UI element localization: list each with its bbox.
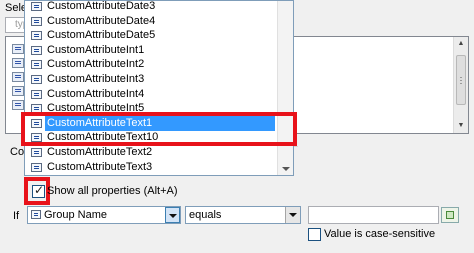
list-scrollbar[interactable]: ▲ ▼ [453, 37, 468, 133]
property-dropdown-button[interactable] [165, 207, 180, 223]
dropdown-item-label: CustomAttributeDate5 [47, 29, 156, 41]
operator-dropdown-button[interactable] [285, 207, 300, 223]
scroll-down-icon[interactable]: ▼ [454, 119, 468, 133]
scroll-down-icon[interactable] [282, 167, 290, 171]
dropdown-item[interactable]: CustomAttributeInt4 [25, 87, 278, 102]
property-icon [31, 2, 42, 11]
scroll-up-icon[interactable]: ▲ [454, 37, 468, 51]
property-icon [31, 31, 42, 40]
search-field[interactable]: typ [5, 17, 28, 33]
property-icon [31, 46, 42, 55]
dropdown-item[interactable]: CustomAttributeDate4 [25, 14, 278, 29]
row-icon [12, 58, 24, 68]
operator-combo[interactable]: equals [185, 206, 301, 224]
dropdown-item-label: CustomAttributeDate3 [47, 0, 156, 12]
dropdown-item[interactable]: CustomAttributeInt1 [25, 43, 278, 58]
dropdown-item-label: CustomAttributeInt2 [47, 58, 145, 70]
property-dropdown-list[interactable]: CustomAttributeDate3 CustomAttributeDate4… [24, 0, 294, 176]
dropdown-item-label: CustomAttributeDate4 [47, 15, 156, 27]
highlight-selected-item [21, 112, 297, 146]
property-icon [31, 210, 41, 219]
property-icon [31, 75, 42, 84]
show-all-label: Show all properties (Alt+A) [47, 185, 178, 197]
dropdown-item-label: CustomAttributeInt1 [47, 44, 145, 56]
row-icon [12, 72, 24, 82]
property-icon [31, 90, 42, 99]
dropdown-item[interactable]: CustomAttributeInt2 [25, 57, 278, 72]
dropdown-item[interactable]: CustomAttributeDate5 [25, 28, 278, 43]
case-sensitive-checkbox[interactable] [308, 228, 321, 241]
operator-value: equals [189, 209, 222, 221]
case-sensitive-label: Value is case-sensitive [324, 228, 436, 240]
dropdown-item[interactable]: CustomAttributeText2 [25, 145, 278, 160]
value-input[interactable] [308, 206, 439, 224]
property-value: Group Name [44, 209, 107, 221]
property-icon [31, 60, 42, 69]
dropdown-item-label: CustomAttributeText2 [47, 146, 153, 158]
dropdown-item[interactable]: CustomAttributeText3 [25, 160, 278, 175]
dropdown-item-label: CustomAttributeInt3 [47, 73, 145, 85]
row-icon [12, 100, 24, 110]
dropdown-item[interactable]: CustomAttributeInt3 [25, 72, 278, 87]
dropdown-item-label: CustomAttributeText3 [47, 161, 153, 173]
property-icon [31, 163, 42, 172]
if-label: If [13, 210, 20, 222]
property-icon [31, 17, 42, 26]
row-icon [12, 86, 24, 96]
dropdown-item[interactable]: CustomAttributeDate3 [25, 0, 278, 14]
scroll-thumb[interactable] [456, 55, 466, 105]
dropdown-item-label: CustomAttributeInt4 [47, 88, 145, 100]
row-icon [12, 44, 24, 54]
dropdown-scrollbar[interactable] [277, 1, 293, 175]
property-combo[interactable]: Group Name [27, 206, 181, 224]
property-icon [31, 148, 42, 157]
pick-value-icon[interactable] [441, 207, 459, 223]
